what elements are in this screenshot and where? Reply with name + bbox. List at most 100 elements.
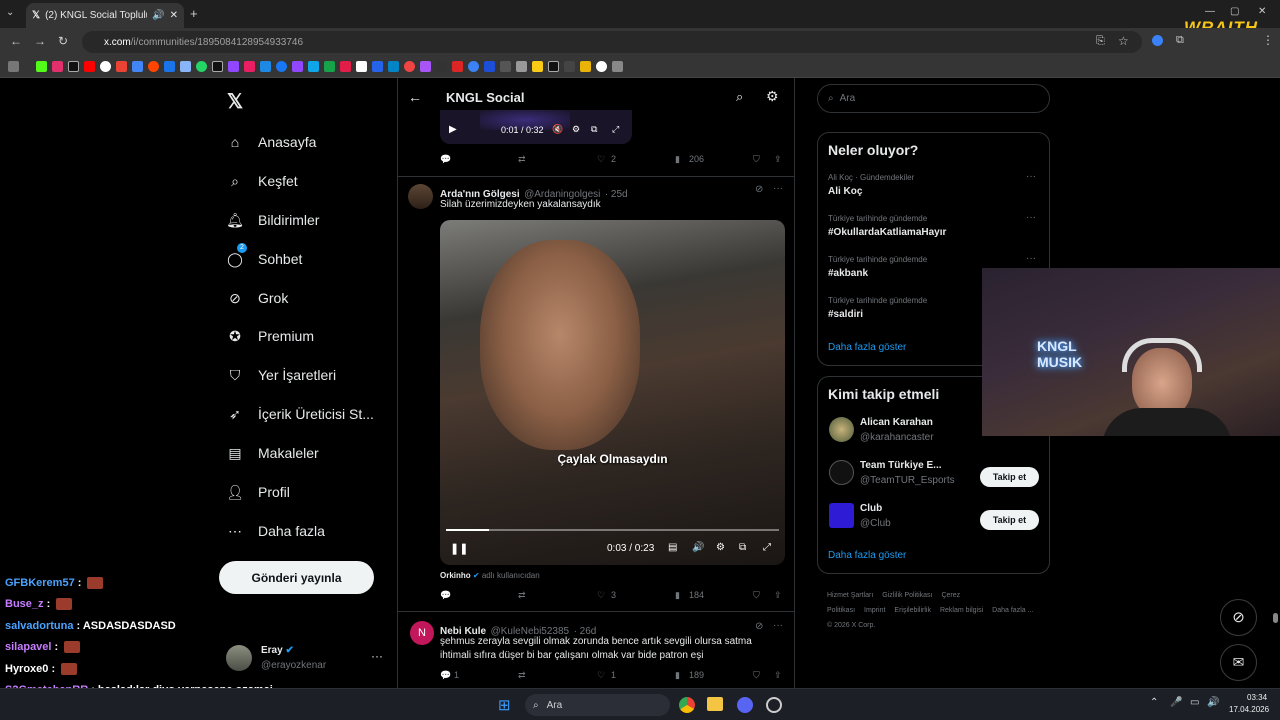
video-player[interactable]: Çaylak Olmasaydın ❚❚ 0:03 / 0:23 ▤ 🔊 ⚙ ⧉… [440, 220, 785, 565]
bookmark-site-icon[interactable] [388, 61, 399, 72]
bookmark-icon[interactable]: ⛉ [753, 154, 760, 165]
bookmark-gmail-icon[interactable] [116, 61, 127, 72]
bookmark-site-icon[interactable] [580, 61, 591, 72]
trends-more-link[interactable]: Daha fazla göster [828, 342, 906, 353]
bookmark-site-icon[interactable] [372, 61, 383, 72]
captions-icon[interactable]: ▤ [668, 542, 677, 553]
bookmark-x-icon[interactable] [68, 61, 79, 72]
bookmark-site-icon[interactable] [500, 61, 511, 72]
discord-icon[interactable] [737, 697, 753, 713]
search-input[interactable]: ⌕ Ara [817, 84, 1050, 113]
bookmark-site-icon[interactable] [596, 61, 607, 72]
grok-icon[interactable]: ⊘ [755, 621, 763, 632]
forward-icon[interactable]: → [34, 34, 46, 48]
like-icon[interactable]: ♡ [597, 590, 605, 601]
tweet-age[interactable]: · 25d [605, 189, 628, 200]
suggested-handle[interactable]: @Club [860, 518, 891, 529]
extensions-icon[interactable]: ⧉ [1176, 34, 1184, 47]
bookmark-site-icon[interactable] [356, 61, 367, 72]
footer-link[interactable]: Imprint [864, 607, 885, 614]
extension-icon[interactable] [1152, 35, 1163, 46]
grok-icon[interactable]: ⊘ [755, 184, 763, 195]
play-icon[interactable]: ▶ [449, 124, 457, 135]
nav-item-search[interactable]: ⌕ Keşfet [226, 168, 298, 194]
reply-icon[interactable]: 💬 [440, 590, 451, 601]
bookmark-facebook-icon[interactable] [276, 61, 287, 72]
like-icon[interactable]: ♡ [597, 154, 605, 165]
app-icon[interactable] [766, 697, 782, 713]
trend-tag[interactable]: Ali Koç [828, 186, 862, 197]
bookmark-site-icon[interactable] [324, 61, 335, 72]
share-icon[interactable]: ⇪ [774, 154, 782, 165]
bookmark-instagram-icon[interactable] [52, 61, 63, 72]
apps-icon[interactable] [8, 61, 19, 72]
bookmark-site-icon[interactable] [436, 61, 447, 72]
bookmark-kick-icon[interactable] [36, 61, 47, 72]
video-settings-icon[interactable]: ⚙ [716, 542, 725, 553]
nav-item-more-circle[interactable]: ⋯ Daha fazla [226, 518, 325, 544]
new-tab-icon[interactable]: + [190, 6, 198, 21]
bookmark-translate-icon[interactable] [180, 61, 191, 72]
tray-chevron-icon[interactable]: ⌃ [1150, 697, 1158, 708]
follow-button[interactable]: Takip et [980, 467, 1039, 487]
footer-link[interactable]: Daha fazla ... [992, 607, 1033, 614]
retweet-icon[interactable]: ⇄ [518, 590, 526, 601]
audio-icon[interactable]: 🔊 [152, 10, 164, 21]
like-icon[interactable]: ♡ [597, 670, 605, 681]
bookmark-star-icon[interactable]: ☆ [1118, 34, 1129, 48]
bookmark-site-icon[interactable] [228, 61, 239, 72]
nav-item-rocket[interactable]: ➶ İçerik Üreticisi St... [226, 401, 374, 427]
taskbar-search[interactable]: ⌕ Ara [525, 694, 670, 716]
close-tab-icon[interactable]: ✕ [170, 10, 178, 21]
search-icon[interactable]: ⌕ [736, 89, 743, 105]
share-icon[interactable]: ⇪ [774, 670, 782, 681]
bookmark-site-icon[interactable] [516, 61, 527, 72]
bookmark-site-icon[interactable] [244, 61, 255, 72]
bookmark-site-icon[interactable] [452, 61, 463, 72]
install-app-icon[interactable]: ⎘ [1096, 35, 1105, 48]
windows-start-icon[interactable]: ⊞ [498, 696, 511, 714]
video-progress-track[interactable] [446, 529, 779, 531]
trend-more-icon[interactable]: ··· [1026, 212, 1036, 223]
file-explorer-icon[interactable] [707, 697, 723, 711]
reply-icon[interactable]: 💬 [440, 670, 451, 681]
follow-more-link[interactable]: Daha fazla göster [828, 550, 906, 561]
bookmark-site-icon[interactable] [340, 61, 351, 72]
bookmark-whatsapp-icon[interactable] [196, 61, 207, 72]
bookmark-site-icon[interactable] [212, 61, 223, 72]
trend-more-icon[interactable]: ··· [1026, 171, 1036, 182]
suggested-name[interactable]: Club [860, 503, 882, 514]
bookmark-icon[interactable]: ⛉ [753, 590, 760, 601]
bookmark-site-icon[interactable] [548, 61, 559, 72]
nav-item-bell[interactable]: 🔔︎ Bildirimler [226, 207, 319, 233]
grok-float-button[interactable]: ⊘ [1220, 599, 1257, 636]
volume-icon[interactable]: 🔊 [1207, 697, 1219, 708]
footer-link[interactable]: Erişilebilirlik [894, 607, 931, 614]
fullscreen-icon[interactable]: ⤢ [763, 542, 771, 553]
post-button[interactable]: Gönderi yayınla [219, 561, 374, 594]
video-player[interactable]: ▶ 0:01 / 0:32 🔇 ⚙ ⧉ ⤢ [440, 110, 632, 144]
reply-icon[interactable]: 💬 [440, 154, 451, 165]
views-icon[interactable]: ▮ [675, 154, 680, 165]
retweet-icon[interactable]: ⇄ [518, 670, 526, 681]
nav-item-premium[interactable]: ✪ Premium [226, 323, 314, 349]
settings-icon[interactable]: ⚙ [766, 88, 779, 105]
avatar[interactable] [829, 417, 854, 442]
tab-list-icon[interactable]: ⌄ [6, 7, 14, 18]
bookmark-reddit-icon[interactable] [148, 61, 159, 72]
chat-username[interactable]: Hyroxe0 [5, 663, 48, 675]
retweet-icon[interactable]: ⇄ [518, 154, 526, 165]
avatar[interactable]: N [410, 621, 434, 645]
trend-tag[interactable]: #OkullardaKatliamaHayır [828, 227, 946, 238]
close-window-icon[interactable]: ✕ [1258, 6, 1266, 17]
pip-icon[interactable]: ⧉ [591, 124, 597, 135]
messages-float-button[interactable]: ✉ [1220, 644, 1257, 681]
nav-item-user[interactable]: 👤︎ Profil [226, 479, 290, 505]
browser-tab[interactable]: 𝕏 (2) KNGL Social Topluluk / X 🔊 ✕ [26, 3, 184, 28]
bookmark-twitch-icon[interactable] [292, 61, 303, 72]
x-logo-icon[interactable]: 𝕏 [227, 89, 243, 114]
bookmark-site-icon[interactable] [260, 61, 271, 72]
bookmark-icon[interactable]: ⛉ [753, 670, 760, 681]
bookmark-site-icon[interactable] [484, 61, 495, 72]
nav-item-home[interactable]: ⌂ Anasayfa [226, 129, 317, 155]
